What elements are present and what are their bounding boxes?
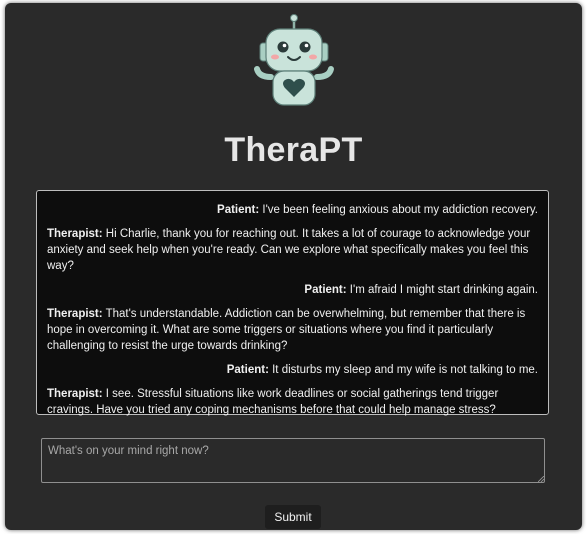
chat-message: Patient: I'm afraid I might start drinki… xyxy=(47,282,538,298)
message-text: I see. Stressful situations like work de… xyxy=(47,388,499,416)
speaker-label: Patient: xyxy=(304,284,347,296)
speaker-label: Patient: xyxy=(217,204,260,216)
chat-message: Patient: I've been feeling anxious about… xyxy=(47,202,538,218)
speaker-label: Patient: xyxy=(226,364,269,376)
message-text: I'm afraid I might start drinking again. xyxy=(349,284,538,296)
chat-message: Therapist: That's understandable. Addict… xyxy=(47,306,538,354)
message-text: I've been feeling anxious about my addic… xyxy=(262,204,538,216)
message-text: That's understandable. Addiction can be … xyxy=(47,308,526,352)
chat-message: Therapist: I see. Stressful situations l… xyxy=(47,386,538,418)
resize-grip-icon[interactable] xyxy=(538,476,544,482)
message-text: Hi Charlie, thank you for reaching out. … xyxy=(47,228,531,272)
page-title: TheraPT xyxy=(224,131,363,169)
chat-transcript[interactable]: Patient: I've been feeling anxious about… xyxy=(36,190,549,418)
speaker-label: Therapist: xyxy=(47,228,103,240)
app-window: TheraPT Patient: I've been feeling anxio… xyxy=(5,3,582,530)
chat-message: Therapist: Hi Charlie, thank you for rea… xyxy=(47,226,538,274)
speaker-label: Therapist: xyxy=(47,308,103,320)
robot-heart-icon xyxy=(254,14,334,106)
message-text: It disturbs my sleep and my wife is not … xyxy=(272,364,538,376)
speaker-label: Therapist: xyxy=(47,388,103,400)
chat-message: Patient: It disturbs my sleep and my wif… xyxy=(47,362,538,378)
message-input[interactable] xyxy=(41,438,545,483)
submit-button[interactable]: Submit xyxy=(265,505,321,529)
